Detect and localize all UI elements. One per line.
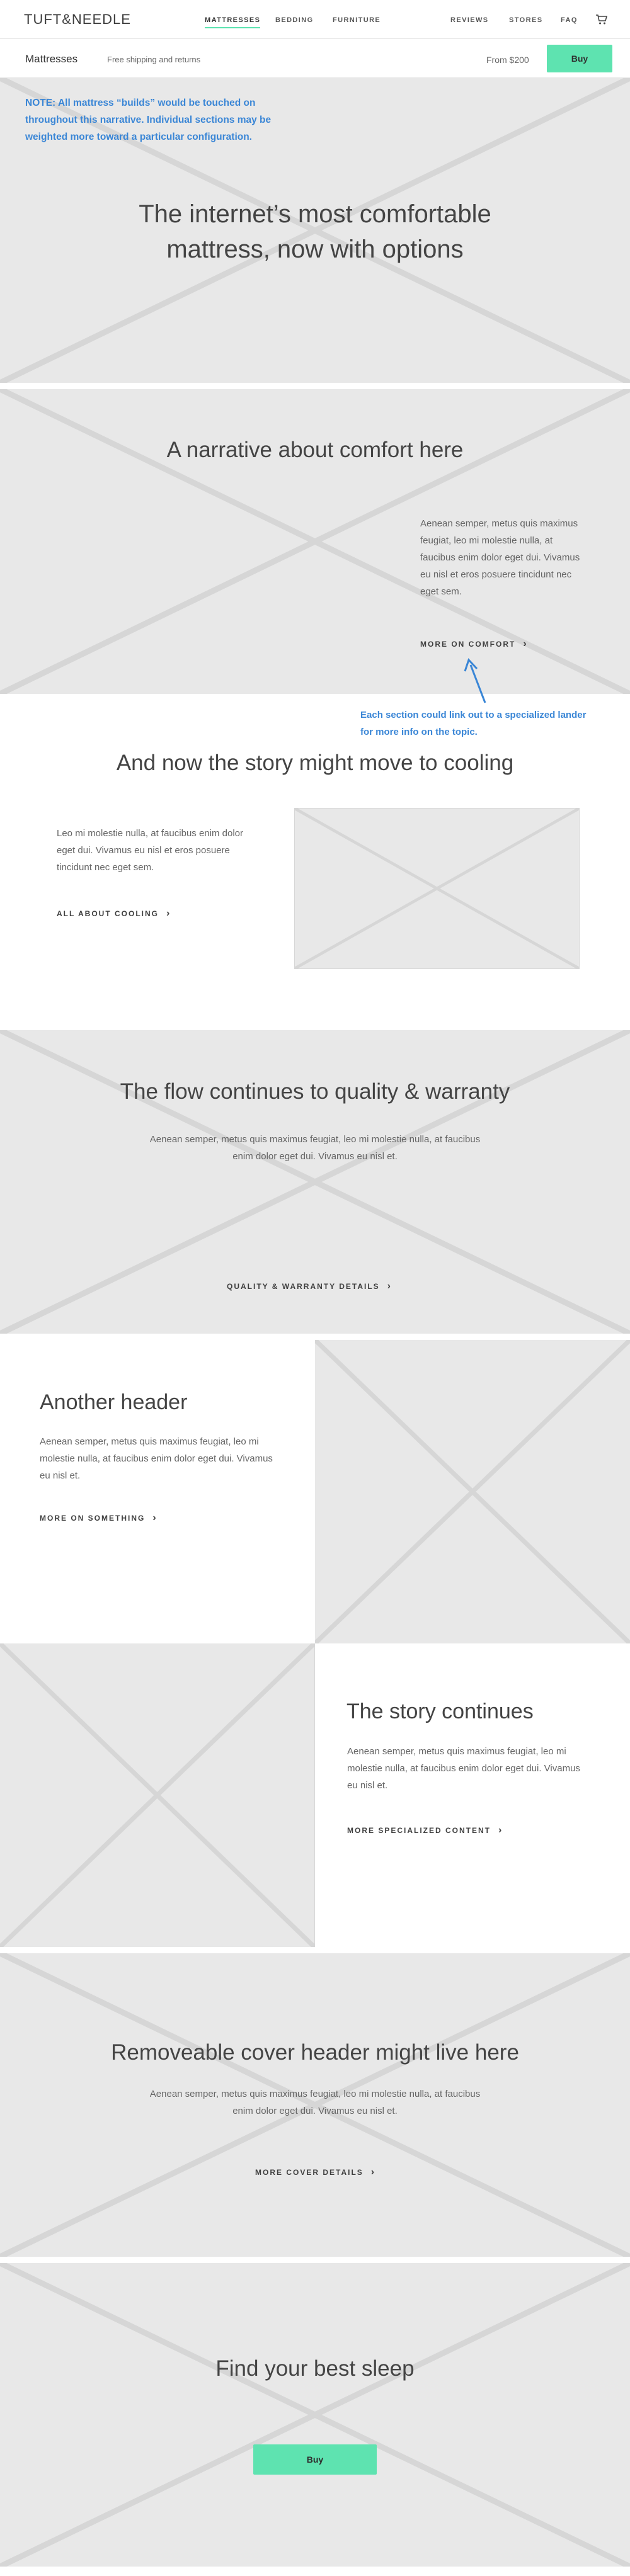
- story-title: The story continues: [346, 1699, 534, 1723]
- quality-warranty-details-link[interactable]: QUALITY & WARRANTY DETAILS ›: [227, 1281, 391, 1292]
- brand-logo[interactable]: TUFT&NEEDLE: [24, 11, 131, 28]
- chevron-right-icon: ›: [523, 638, 527, 649]
- find-sleep-title: Find your best sleep: [215, 2356, 415, 2381]
- chevron-right-icon: ›: [166, 908, 170, 919]
- story-cta-label: MORE SPECIALIZED CONTENT: [347, 1826, 491, 1835]
- story-body: Aenean semper, metus quis maximus feugia…: [347, 1746, 580, 1791]
- annotation-note: Each section could link out to a special…: [360, 710, 587, 737]
- cooling-body: Leo mi molestie nulla, at faucibus enim …: [57, 828, 243, 873]
- subnav-title: Mattresses: [25, 53, 78, 65]
- cooling-image-placeholder: [294, 808, 580, 969]
- cover-body: Aenean semper, metus quis maximus feugia…: [149, 2089, 481, 2116]
- nav-link-mattresses[interactable]: MATTRESSES: [205, 16, 261, 28]
- story-image-placeholder: [0, 1643, 315, 1947]
- designer-note: NOTE: All mattress “builds” would be tou…: [25, 98, 272, 142]
- hero-title-line-2: mattress, now with options: [166, 235, 464, 263]
- another-title: Another header: [40, 1390, 188, 1414]
- subnav-buy-button[interactable]: Buy: [547, 45, 612, 72]
- price-from: From $200: [486, 55, 529, 65]
- nav-link-stores[interactable]: STORES: [509, 16, 542, 24]
- nav-link-faq[interactable]: FAQ: [561, 16, 578, 24]
- chevron-right-icon: ›: [152, 1512, 156, 1523]
- nav-link-bedding[interactable]: BEDDING: [275, 16, 314, 24]
- comfort-body: Aenean semper, metus quis maximus feugia…: [420, 518, 580, 597]
- more-cover-details-link[interactable]: MORE COVER DETAILS ›: [255, 2167, 374, 2178]
- hero-title: The internet’s most comfortable mattress…: [0, 196, 630, 267]
- cooling-title: And now the story might move to cooling: [116, 751, 514, 775]
- more-on-something-link[interactable]: MORE ON SOMETHING ›: [40, 1512, 156, 1524]
- chevron-right-icon: ›: [370, 2167, 375, 2177]
- annotation-arrow-icon: [464, 658, 486, 703]
- quality-title: The flow continues to quality & warranty: [120, 1079, 510, 1104]
- chevron-right-icon: ›: [387, 1281, 391, 1291]
- comfort-cta-label: MORE ON COMFORT: [420, 640, 516, 649]
- top-nav: TUFT&NEEDLE MATTRESSES BEDDING FURNITURE…: [0, 0, 630, 39]
- hero-title-line-1: The internet’s most comfortable: [139, 200, 491, 228]
- find-sleep-image-placeholder: [0, 2263, 630, 2567]
- cooling-cta-label: ALL ABOUT COOLING: [57, 909, 159, 918]
- more-on-comfort-link[interactable]: MORE ON COMFORT ›: [420, 638, 527, 650]
- product-subnav: Mattresses Free shipping and returns Fro…: [0, 39, 630, 78]
- another-body: Aenean semper, metus quis maximus feugia…: [40, 1436, 273, 1481]
- quality-cta-label: QUALITY & WARRANTY DETAILS: [227, 1282, 380, 1291]
- all-about-cooling-link[interactable]: ALL ABOUT COOLING ›: [57, 908, 169, 919]
- comfort-title: A narrative about comfort here: [166, 438, 464, 462]
- nav-link-furniture[interactable]: FURNITURE: [333, 16, 381, 24]
- find-sleep-buy-button[interactable]: Buy: [253, 2444, 377, 2475]
- cart-icon[interactable]: [595, 14, 608, 25]
- quality-body: Aenean semper, metus quis maximus feugia…: [149, 1134, 481, 1162]
- cover-title: Removeable cover header might live here: [111, 2040, 519, 2065]
- shipping-note: Free shipping and returns: [107, 55, 201, 64]
- cover-cta-label: MORE COVER DETAILS: [255, 2168, 364, 2177]
- nav-link-reviews[interactable]: REVIEWS: [450, 16, 489, 24]
- another-image-placeholder: [315, 1340, 630, 1643]
- more-specialized-content-link[interactable]: MORE SPECIALIZED CONTENT ›: [347, 1825, 501, 1836]
- another-cta-label: MORE ON SOMETHING: [40, 1514, 146, 1523]
- chevron-right-icon: ›: [498, 1825, 502, 1836]
